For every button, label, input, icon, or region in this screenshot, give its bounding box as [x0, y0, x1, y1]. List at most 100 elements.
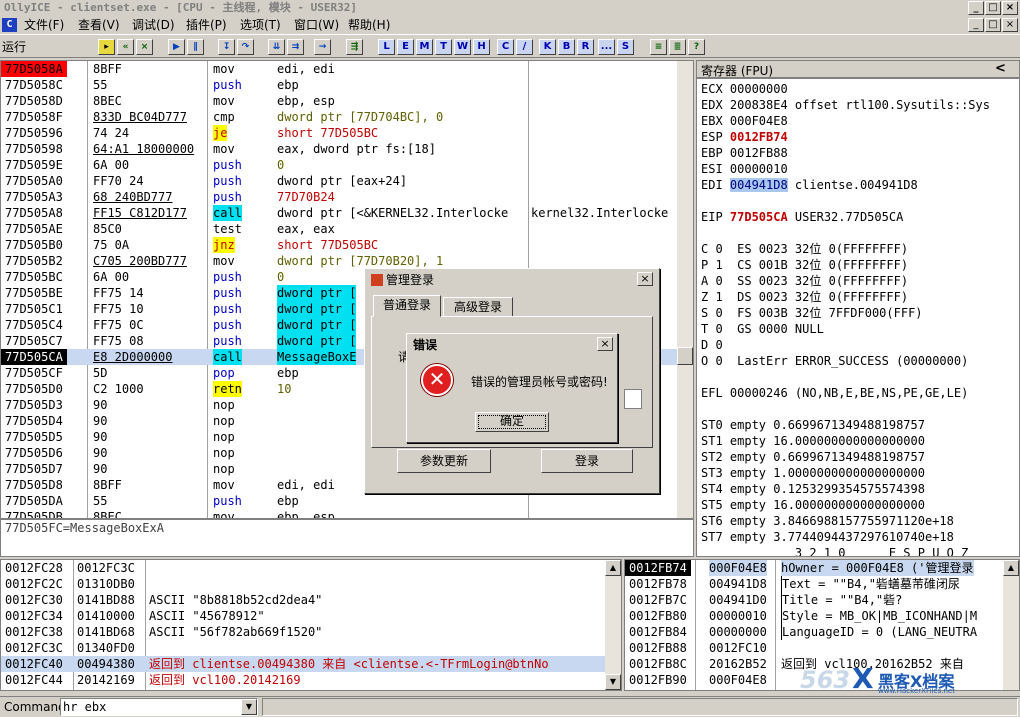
dump-row[interactable]: 0012FC34 01410000 ASCII "45678912": [1, 608, 605, 624]
stack-row[interactable]: 0012FB84 00000000 LanguageID = 0 (LANG_NEU…: [625, 624, 1003, 640]
register-line[interactable]: ST4 empty 0.1253299354575574398: [701, 481, 925, 497]
register-line[interactable]: P 1 CS 001B 32位 0(FFFFFFFF): [701, 257, 908, 273]
menu-plugins[interactable]: 插件(P): [182, 16, 231, 34]
register-line[interactable]: A 0 SS 0023 32位 0(FFFFFFFF): [701, 273, 908, 289]
disasm-row[interactable]: 77D505B0 75 0A jnz short 77D505BC: [1, 237, 677, 253]
menu-help[interactable]: 帮助(H): [344, 16, 394, 34]
handles-window-button[interactable]: H: [473, 39, 490, 55]
disasm-row[interactable]: 77D505A3 68 240BD777 push 77D70B24: [1, 189, 677, 205]
register-line[interactable]: ST0 empty 0.6699671349488198757: [701, 417, 925, 433]
register-line[interactable]: S 0 FS 003B 32位 7FFDF000(FFF): [701, 305, 923, 321]
dump-row[interactable]: 0012FC44 20142169 返回到 vcl100.20142169: [1, 672, 605, 688]
register-line[interactable]: ESI 00000010: [701, 161, 788, 177]
mdi-minimize-button[interactable]: _: [968, 18, 984, 32]
help-icon[interactable]: ?: [688, 39, 705, 55]
dump-pane[interactable]: 0012FC28 0012FC3C 0012FC2C 01310DB0 0012FC30…: [0, 559, 622, 691]
close-button[interactable]: ×: [1002, 1, 1018, 15]
disasm-scroll-thumb[interactable]: [677, 347, 693, 365]
disasm-row[interactable]: 77D5058A 8BFF mov edi, edi: [1, 61, 677, 77]
dump-row[interactable]: 0012FC38 0141BD68 ASCII "56f782ab669f1520": [1, 624, 605, 640]
breakpoints-button[interactable]: B: [558, 39, 575, 55]
goto-icon[interactable]: ⇶: [346, 39, 363, 55]
disasm-row[interactable]: 77D5058F 833D BC04D777 cmp dword ptr [77D70…: [1, 109, 677, 125]
menu-file[interactable]: 文件(F): [20, 16, 68, 34]
stack-row[interactable]: 0012FB7C 004941D0 Title = ""B4,"砦?: [625, 592, 1003, 608]
threads-window-button[interactable]: T: [435, 39, 452, 55]
dump-row[interactable]: 0012FC2C 01310DB0: [1, 576, 605, 592]
register-line[interactable]: ST1 empty 16.000000000000000000: [701, 433, 925, 449]
register-line[interactable]: EFL 00000246 (NO,NB,E,BE,NS,PE,GE,LE): [701, 385, 968, 401]
log-window-button[interactable]: L: [378, 39, 395, 55]
cpu-window-button[interactable]: C: [497, 39, 514, 55]
stack-row[interactable]: 0012FB88 0012FC10: [625, 640, 1003, 656]
register-line[interactable]: O 0 LastErr ERROR_SUCCESS (00000000): [701, 353, 968, 369]
pause-icon[interactable]: ∥: [187, 39, 204, 55]
trace-over-icon[interactable]: ⇉: [287, 39, 304, 55]
register-line[interactable]: EDI 004941D8 clientse.004941D8: [701, 177, 918, 193]
dump-scrollbar[interactable]: ▲ ▼: [605, 560, 621, 690]
stack-row[interactable]: 0012FB80 00000010 Style = MB_OK|MB_ICONHAN…: [625, 608, 1003, 624]
stack-row[interactable]: 0012FB78 004941D8 Text = ""B4,"砦蟮墓芾碓闭尿: [625, 576, 1003, 592]
menu-options[interactable]: 选项(T): [236, 16, 285, 34]
cpu-window-icon[interactable]: C: [2, 18, 17, 32]
error-dialog-close-icon[interactable]: ×: [597, 337, 613, 351]
stack-scroll-up[interactable]: ▲: [1003, 560, 1019, 576]
restart-icon[interactable]: «: [117, 39, 134, 55]
disasm-row[interactable]: 77D5058D 8BEC mov ebp, esp: [1, 93, 677, 109]
disasm-row[interactable]: 77D505DA 55 push ebp: [1, 493, 677, 509]
dump-row[interactable]: 0012FC40 00494380 返回到 clientse.00494380 来自…: [1, 656, 605, 672]
register-line[interactable]: ESP 0012FB74: [701, 129, 788, 145]
close-program-icon[interactable]: ×: [136, 39, 153, 55]
ok-button[interactable]: 确定: [475, 412, 549, 432]
disasm-row[interactable]: 77D50598 64:A1 18000000 mov eax, dword ptr …: [1, 141, 677, 157]
register-line[interactable]: T 0 GS 0000 NULL: [701, 321, 824, 337]
memory-window-button[interactable]: M: [416, 39, 433, 55]
open-icon[interactable]: ▸: [98, 39, 115, 55]
disasm-row[interactable]: 77D505A8 FF15 C812D177 call dword ptr [<&KE…: [1, 205, 677, 221]
register-line[interactable]: C 0 ES 0023 32位 0(FFFFFFFF): [701, 241, 908, 257]
register-line[interactable]: D 0: [701, 337, 723, 353]
run-icon[interactable]: ▶: [168, 39, 185, 55]
menu-view[interactable]: 查看(V): [74, 16, 124, 34]
step-into-icon[interactable]: ↧: [218, 39, 235, 55]
register-line[interactable]: ST5 empty 16.000000000000000000: [701, 497, 925, 513]
login-button[interactable]: 登录: [541, 449, 633, 473]
register-line[interactable]: ST7 empty 3.7744094437297610740e+18: [701, 529, 954, 545]
minimize-button[interactable]: _: [968, 1, 984, 15]
login-dialog-close-icon[interactable]: ×: [637, 272, 653, 286]
register-line[interactable]: EBX 000F04E8: [701, 113, 788, 129]
register-line[interactable]: ST2 empty 0.6699671349488198757: [701, 449, 925, 465]
disasm-row[interactable]: 77D50596 74 24 je short 77D505BC: [1, 125, 677, 141]
step-over-icon[interactable]: ↷: [237, 39, 254, 55]
maximize-button[interactable]: □: [985, 1, 1001, 15]
disasm-row[interactable]: 77D505A0 FF70 24 push dword ptr [eax+24]: [1, 173, 677, 189]
disasm-row[interactable]: 77D505DB 8BEC mov ebp, esp: [1, 509, 677, 518]
register-line[interactable]: EIP 77D505CA USER32.77D505CA: [701, 209, 903, 225]
tab-advanced-login[interactable]: 高级登录: [443, 297, 513, 317]
references-button[interactable]: R: [577, 39, 594, 55]
dump-row[interactable]: 0012FC3C 01340FD0: [1, 640, 605, 656]
register-line[interactable]: ECX 00000000: [701, 81, 788, 97]
patches-window-button[interactable]: /: [516, 39, 533, 55]
command-dropdown-icon[interactable]: ▼: [241, 699, 257, 715]
register-line[interactable]: ST6 empty 3.8466988157755971120e+18: [701, 513, 954, 529]
dump-scroll-down[interactable]: ▼: [605, 674, 621, 690]
windows-window-button[interactable]: W: [454, 39, 471, 55]
execute-till-return-icon[interactable]: →: [314, 39, 331, 55]
mdi-restore-button[interactable]: □: [985, 18, 1001, 32]
source-button[interactable]: S: [617, 39, 634, 55]
options-icon[interactable]: ≣: [669, 39, 686, 55]
call-stack-button[interactable]: K: [539, 39, 556, 55]
trace-into-icon[interactable]: ⇊: [268, 39, 285, 55]
tab-normal-login[interactable]: 普通登录: [373, 295, 441, 317]
disasm-row[interactable]: 77D505AE 85C0 test eax, eax: [1, 221, 677, 237]
command-input[interactable]: hr ebx ▼: [60, 698, 258, 716]
update-params-button[interactable]: 参数更新: [397, 449, 491, 473]
menu-debug[interactable]: 调试(D): [128, 16, 179, 34]
register-line[interactable]: EBP 0012FB88: [701, 145, 788, 161]
disasm-row[interactable]: 77D5059E 6A 00 push 0: [1, 157, 677, 173]
mdi-close-button[interactable]: ×: [1002, 18, 1018, 32]
dump-scroll-up[interactable]: ▲: [605, 560, 621, 576]
registers-collapse-icon[interactable]: <: [995, 61, 1006, 76]
run-trace-button[interactable]: ...: [598, 39, 615, 55]
